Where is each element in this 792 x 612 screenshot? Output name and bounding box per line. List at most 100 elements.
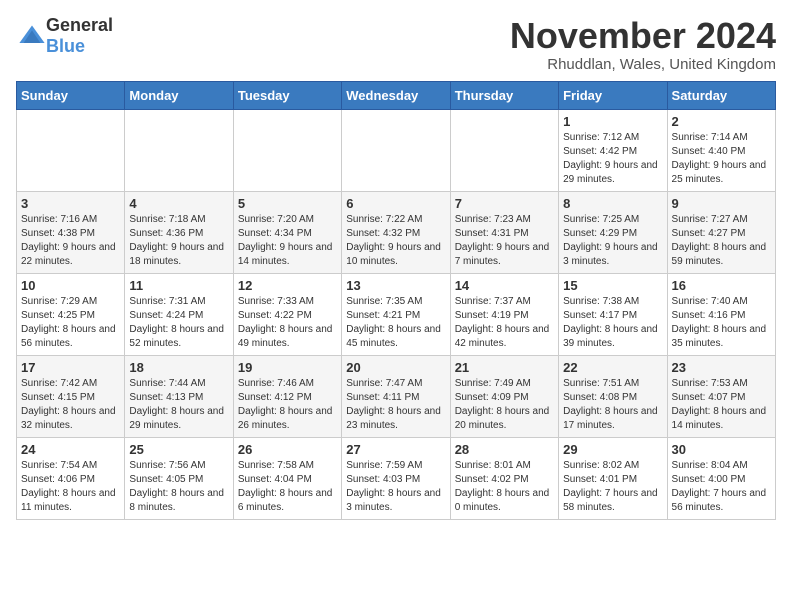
day-info: Sunrise: 7:16 AM Sunset: 4:38 PM Dayligh… bbox=[21, 213, 120, 269]
day-number: 1 bbox=[563, 114, 662, 129]
day-cell: 7 Sunrise: 7:23 AM Sunset: 4:31 PM Daylig… bbox=[450, 191, 558, 273]
col-header-sunday: Sunday bbox=[17, 81, 125, 109]
calendar-table: SundayMondayTuesdayWednesdayThursdayFrid… bbox=[16, 81, 776, 520]
week-row-2: 3 Sunrise: 7:16 AM Sunset: 4:38 PM Daylig… bbox=[17, 191, 776, 273]
day-cell: 12 Sunrise: 7:33 AM Sunset: 4:22 PM Dayli… bbox=[233, 273, 341, 355]
day-cell: 5 Sunrise: 7:20 AM Sunset: 4:34 PM Daylig… bbox=[233, 191, 341, 273]
day-number: 11 bbox=[129, 278, 228, 293]
col-header-wednesday: Wednesday bbox=[342, 81, 450, 109]
day-info: Sunrise: 7:42 AM Sunset: 4:15 PM Dayligh… bbox=[21, 377, 120, 433]
day-number: 20 bbox=[346, 360, 445, 375]
day-number: 22 bbox=[563, 360, 662, 375]
day-cell: 28 Sunrise: 8:01 AM Sunset: 4:02 PM Dayli… bbox=[450, 437, 558, 519]
day-info: Sunrise: 7:29 AM Sunset: 4:25 PM Dayligh… bbox=[21, 295, 120, 351]
day-cell: 25 Sunrise: 7:56 AM Sunset: 4:05 PM Dayli… bbox=[125, 437, 233, 519]
day-number: 3 bbox=[21, 196, 120, 211]
day-info: Sunrise: 7:33 AM Sunset: 4:22 PM Dayligh… bbox=[238, 295, 337, 351]
day-info: Sunrise: 7:40 AM Sunset: 4:16 PM Dayligh… bbox=[672, 295, 771, 351]
week-row-5: 24Sunrise: 7:54 AM Sunset: 4:06 PM Dayli… bbox=[17, 437, 776, 519]
day-info: Sunrise: 8:04 AM Sunset: 4:00 PM Dayligh… bbox=[672, 459, 771, 515]
day-number: 27 bbox=[346, 442, 445, 457]
day-cell: 14Sunrise: 7:37 AM Sunset: 4:19 PM Dayli… bbox=[450, 273, 558, 355]
day-number: 2 bbox=[672, 114, 771, 129]
day-number: 29 bbox=[563, 442, 662, 457]
day-number: 13 bbox=[346, 278, 445, 293]
day-info: Sunrise: 7:27 AM Sunset: 4:27 PM Dayligh… bbox=[672, 213, 771, 269]
day-cell: 19 Sunrise: 7:46 AM Sunset: 4:12 PM Dayli… bbox=[233, 355, 341, 437]
day-info: Sunrise: 7:22 AM Sunset: 4:32 PM Dayligh… bbox=[346, 213, 445, 269]
day-number: 25 bbox=[129, 442, 228, 457]
col-header-tuesday: Tuesday bbox=[233, 81, 341, 109]
day-info: Sunrise: 7:38 AM Sunset: 4:17 PM Dayligh… bbox=[563, 295, 662, 351]
day-cell: 3 Sunrise: 7:16 AM Sunset: 4:38 PM Daylig… bbox=[17, 191, 125, 273]
day-info: Sunrise: 7:23 AM Sunset: 4:31 PM Dayligh… bbox=[455, 213, 554, 269]
day-cell: 2 Sunrise: 7:14 AM Sunset: 4:40 PM Daylig… bbox=[667, 109, 775, 191]
day-info: Sunrise: 7:44 AM Sunset: 4:13 PM Dayligh… bbox=[129, 377, 228, 433]
day-cell bbox=[450, 109, 558, 191]
day-info: Sunrise: 7:47 AM Sunset: 4:11 PM Dayligh… bbox=[346, 377, 445, 433]
day-cell: 26 Sunrise: 7:58 AM Sunset: 4:04 PM Dayli… bbox=[233, 437, 341, 519]
day-number: 12 bbox=[238, 278, 337, 293]
day-number: 17 bbox=[21, 360, 120, 375]
day-number: 21 bbox=[455, 360, 554, 375]
title-area: November 2024 Rhuddlan, Wales, United Ki… bbox=[510, 16, 776, 73]
day-cell: 21 Sunrise: 7:49 AM Sunset: 4:09 PM Dayli… bbox=[450, 355, 558, 437]
day-cell bbox=[125, 109, 233, 191]
day-cell: 18 Sunrise: 7:44 AM Sunset: 4:13 PM Dayli… bbox=[125, 355, 233, 437]
col-header-thursday: Thursday bbox=[450, 81, 558, 109]
day-info: Sunrise: 7:46 AM Sunset: 4:12 PM Dayligh… bbox=[238, 377, 337, 433]
day-number: 15 bbox=[563, 278, 662, 293]
logo-icon bbox=[18, 22, 46, 50]
day-info: Sunrise: 7:12 AM Sunset: 4:42 PM Dayligh… bbox=[563, 131, 662, 187]
day-cell bbox=[17, 109, 125, 191]
col-header-monday: Monday bbox=[125, 81, 233, 109]
day-info: Sunrise: 8:01 AM Sunset: 4:02 PM Dayligh… bbox=[455, 459, 554, 515]
day-number: 28 bbox=[455, 442, 554, 457]
calendar-header-row: SundayMondayTuesdayWednesdayThursdayFrid… bbox=[17, 81, 776, 109]
day-info: Sunrise: 7:56 AM Sunset: 4:05 PM Dayligh… bbox=[129, 459, 228, 515]
col-header-saturday: Saturday bbox=[667, 81, 775, 109]
day-info: Sunrise: 7:49 AM Sunset: 4:09 PM Dayligh… bbox=[455, 377, 554, 433]
day-info: Sunrise: 8:02 AM Sunset: 4:01 PM Dayligh… bbox=[563, 459, 662, 515]
day-number: 5 bbox=[238, 196, 337, 211]
day-number: 8 bbox=[563, 196, 662, 211]
day-info: Sunrise: 7:37 AM Sunset: 4:19 PM Dayligh… bbox=[455, 295, 554, 351]
header: General Blue November 2024 Rhuddlan, Wal… bbox=[16, 16, 776, 73]
day-info: Sunrise: 7:25 AM Sunset: 4:29 PM Dayligh… bbox=[563, 213, 662, 269]
week-row-1: 1 Sunrise: 7:12 AM Sunset: 4:42 PM Daylig… bbox=[17, 109, 776, 191]
logo-general: General bbox=[46, 15, 113, 35]
day-cell bbox=[233, 109, 341, 191]
day-cell: 1 Sunrise: 7:12 AM Sunset: 4:42 PM Daylig… bbox=[559, 109, 667, 191]
day-number: 6 bbox=[346, 196, 445, 211]
day-cell: 16 Sunrise: 7:40 AM Sunset: 4:16 PM Dayli… bbox=[667, 273, 775, 355]
day-cell: 17 Sunrise: 7:42 AM Sunset: 4:15 PM Dayli… bbox=[17, 355, 125, 437]
logo-blue: Blue bbox=[46, 36, 85, 56]
day-info: Sunrise: 7:59 AM Sunset: 4:03 PM Dayligh… bbox=[346, 459, 445, 515]
day-number: 24 bbox=[21, 442, 120, 457]
day-number: 26 bbox=[238, 442, 337, 457]
day-number: 16 bbox=[672, 278, 771, 293]
logo-text: General Blue bbox=[46, 16, 113, 57]
week-row-4: 17 Sunrise: 7:42 AM Sunset: 4:15 PM Dayli… bbox=[17, 355, 776, 437]
day-cell: 30Sunrise: 8:04 AM Sunset: 4:00 PM Dayli… bbox=[667, 437, 775, 519]
location-title: Rhuddlan, Wales, United Kingdom bbox=[510, 56, 776, 73]
day-cell: 20 Sunrise: 7:47 AM Sunset: 4:11 PM Dayli… bbox=[342, 355, 450, 437]
day-number: 18 bbox=[129, 360, 228, 375]
day-info: Sunrise: 7:20 AM Sunset: 4:34 PM Dayligh… bbox=[238, 213, 337, 269]
day-cell: 4Sunrise: 7:18 AM Sunset: 4:36 PM Daylig… bbox=[125, 191, 233, 273]
day-info: Sunrise: 7:58 AM Sunset: 4:04 PM Dayligh… bbox=[238, 459, 337, 515]
day-number: 19 bbox=[238, 360, 337, 375]
day-cell: 27 Sunrise: 7:59 AM Sunset: 4:03 PM Dayli… bbox=[342, 437, 450, 519]
day-number: 7 bbox=[455, 196, 554, 211]
day-cell: 15 Sunrise: 7:38 AM Sunset: 4:17 PM Dayli… bbox=[559, 273, 667, 355]
day-info: Sunrise: 7:14 AM Sunset: 4:40 PM Dayligh… bbox=[672, 131, 771, 187]
day-cell bbox=[342, 109, 450, 191]
day-info: Sunrise: 7:31 AM Sunset: 4:24 PM Dayligh… bbox=[129, 295, 228, 351]
day-cell: 23Sunrise: 7:53 AM Sunset: 4:07 PM Dayli… bbox=[667, 355, 775, 437]
day-info: Sunrise: 7:35 AM Sunset: 4:21 PM Dayligh… bbox=[346, 295, 445, 351]
day-info: Sunrise: 7:53 AM Sunset: 4:07 PM Dayligh… bbox=[672, 377, 771, 433]
day-cell: 10 Sunrise: 7:29 AM Sunset: 4:25 PM Dayli… bbox=[17, 273, 125, 355]
day-number: 10 bbox=[21, 278, 120, 293]
day-cell: 6 Sunrise: 7:22 AM Sunset: 4:32 PM Daylig… bbox=[342, 191, 450, 273]
month-title: November 2024 bbox=[510, 16, 776, 56]
